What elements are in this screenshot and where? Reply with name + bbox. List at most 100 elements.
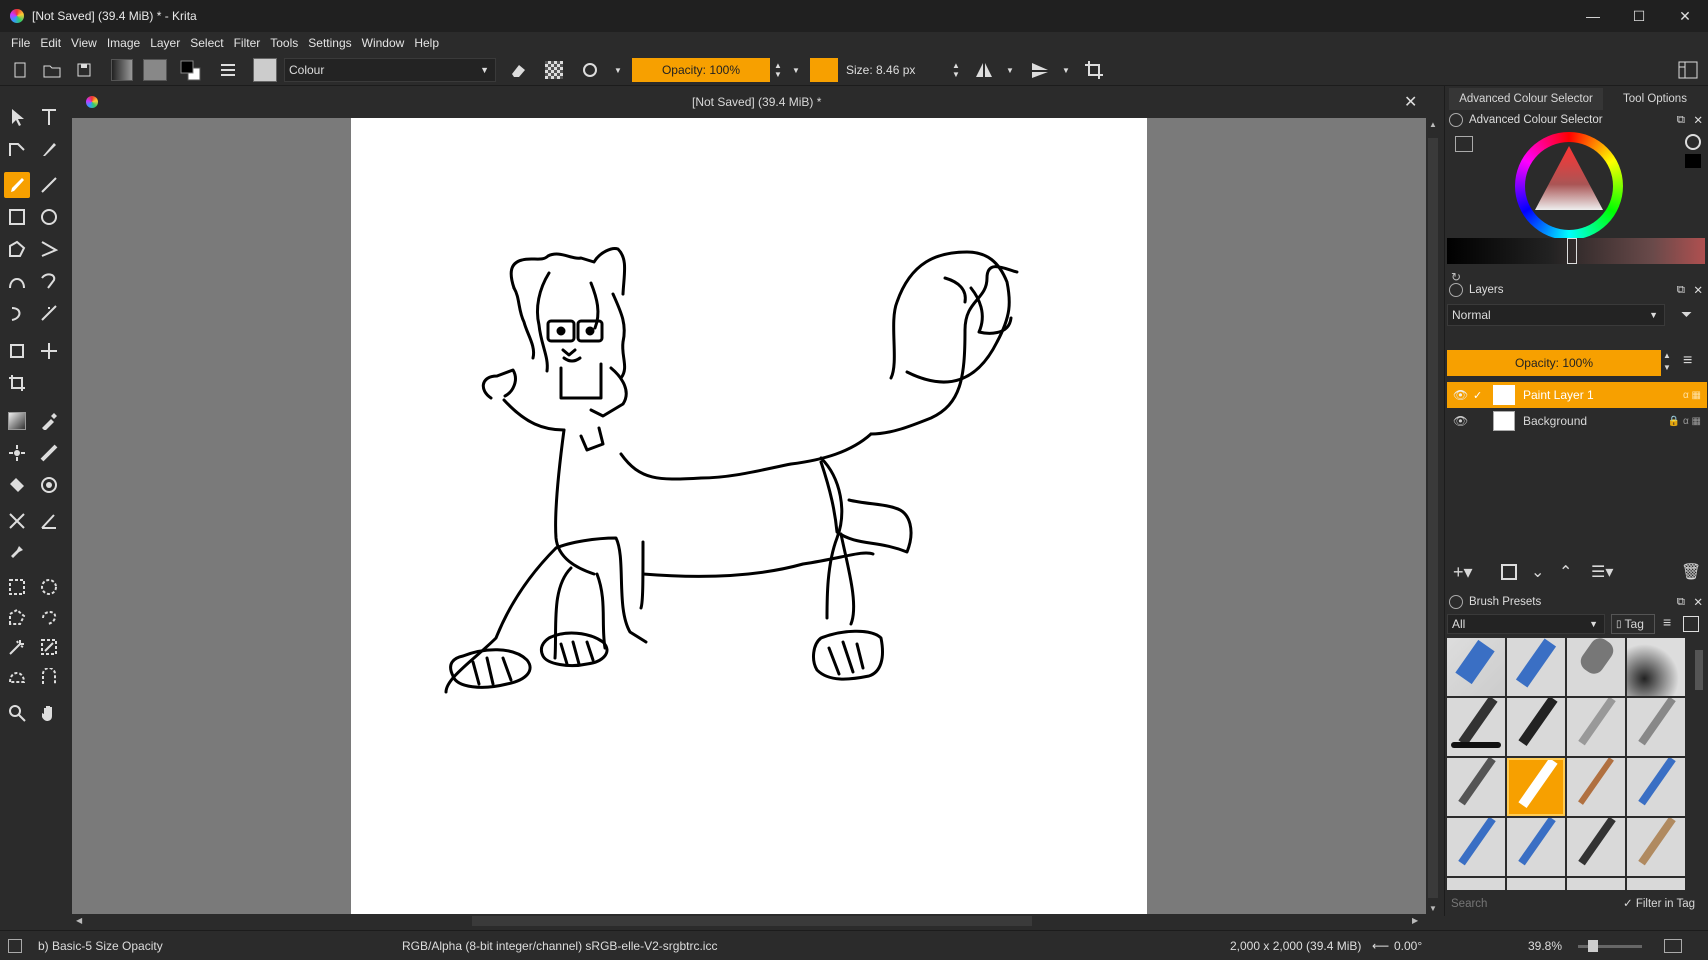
gradient-selector-icon[interactable] — [110, 58, 134, 82]
brush-preset-item[interactable] — [1447, 878, 1505, 890]
layer-checkbox[interactable]: ✓ — [1473, 389, 1487, 402]
text-tool-icon[interactable] — [36, 104, 62, 130]
select-shapes-icon[interactable] — [4, 104, 30, 130]
new-document-icon[interactable] — [8, 58, 32, 82]
colour-selector-settings-icon[interactable] — [1455, 136, 1473, 152]
chevron-down-icon[interactable]: ▼ — [1060, 58, 1072, 82]
magnetic-select-icon[interactable] — [36, 664, 62, 690]
menu-file[interactable]: File — [11, 36, 30, 50]
chevron-down-icon[interactable]: ▼ — [612, 58, 624, 82]
hue-ring[interactable] — [1515, 132, 1623, 240]
reference-images-icon[interactable] — [4, 538, 30, 564]
reload-preset-icon[interactable] — [578, 58, 602, 82]
close-document-icon[interactable]: ✕ — [1404, 92, 1417, 112]
magic-wand-icon[interactable] — [4, 634, 30, 660]
enclose-fill-icon[interactable] — [36, 472, 62, 498]
dynamic-brush-icon[interactable] — [4, 300, 30, 326]
menu-tools[interactable]: Tools — [270, 36, 298, 50]
lock-icon[interactable] — [1449, 113, 1463, 127]
brush-preset-item[interactable] — [1447, 818, 1505, 876]
tab-tool-options[interactable]: Tool Options — [1605, 88, 1705, 110]
brush-preset-item[interactable] — [1627, 698, 1685, 756]
status-rotation[interactable]: 0.00° — [1394, 939, 1422, 953]
duplicate-layer-icon[interactable] — [1501, 564, 1517, 580]
delete-layer-icon[interactable]: 🗑 — [1681, 562, 1701, 582]
layer-opacity-slider[interactable]: Opacity: 100% — [1447, 350, 1661, 376]
close-docker-icon[interactable]: ✕ — [1693, 595, 1703, 609]
transform-tool-icon[interactable] — [4, 338, 30, 364]
smart-patch-icon[interactable] — [36, 440, 62, 466]
line-tool-icon[interactable] — [36, 172, 62, 198]
ellipse-tool-icon[interactable] — [36, 204, 62, 230]
rect-select-icon[interactable] — [4, 574, 30, 600]
brush-tag-filter-dropdown[interactable]: All ▼ — [1447, 614, 1605, 634]
add-layer-icon[interactable]: +▾ — [1453, 562, 1473, 583]
layer-lock-icon[interactable]: 🔒 α ▦ — [1668, 416, 1701, 427]
float-docker-icon[interactable]: ⧉ — [1677, 114, 1685, 127]
maximize-button[interactable]: ☐ — [1616, 0, 1662, 32]
brush-preset-item[interactable] — [1567, 818, 1625, 876]
preserve-alpha-icon[interactable] — [542, 58, 566, 82]
brush-preset-icon[interactable] — [252, 58, 278, 82]
filter-icon[interactable]: ⏷ — [1681, 306, 1692, 323]
float-docker-icon[interactable]: ⧉ — [1677, 284, 1685, 297]
menu-select[interactable]: Select — [190, 36, 223, 50]
polyline-tool-icon[interactable] — [36, 236, 62, 262]
ellipse-select-icon[interactable] — [36, 574, 62, 600]
mirror-vertical-icon[interactable] — [1028, 58, 1052, 82]
bezier-curve-icon[interactable] — [4, 268, 30, 294]
crop-tool-icon[interactable] — [4, 370, 30, 396]
blend-mode-dropdown[interactable]: Colour ▼ — [284, 58, 496, 82]
alpha-lock-icon[interactable]: α ▦ — [1683, 390, 1701, 401]
clear-history-icon[interactable] — [1685, 134, 1701, 150]
wrap-around-icon[interactable] — [1082, 58, 1106, 82]
document-tab-title[interactable]: [Not Saved] (39.4 MiB) * — [692, 95, 821, 109]
menu-edit[interactable]: Edit — [40, 36, 61, 50]
brush-preset-item[interactable] — [1447, 698, 1505, 756]
menu-window[interactable]: Window — [362, 36, 405, 50]
layer-menu-icon[interactable]: ≡ — [1683, 352, 1692, 370]
menu-view[interactable]: View — [71, 36, 97, 50]
move-layer-up-icon[interactable]: ⌃ — [1559, 562, 1572, 582]
mirror-horizontal-icon[interactable] — [972, 58, 996, 82]
move-tool-icon[interactable] — [36, 338, 62, 364]
brush-grid-scrollbar[interactable] — [1693, 636, 1705, 890]
fullscreen-icon[interactable] — [1664, 939, 1682, 953]
workspace-chooser-icon[interactable] — [1676, 58, 1700, 82]
layer-properties-icon[interactable]: ☰▾ — [1591, 562, 1613, 582]
calligraphy-icon[interactable] — [36, 136, 62, 162]
menu-help[interactable]: Help — [414, 36, 439, 50]
view-mode-icon[interactable]: ≡ — [1663, 614, 1671, 630]
brush-preset-item[interactable] — [1507, 638, 1565, 696]
lock-icon[interactable] — [1449, 595, 1463, 609]
menu-image[interactable]: Image — [107, 36, 140, 50]
assistant-tool-icon[interactable] — [4, 508, 30, 534]
polygon-select-icon[interactable] — [4, 604, 30, 630]
gradient-tool-icon[interactable] — [4, 408, 30, 434]
brush-preset-item[interactable] — [1507, 698, 1565, 756]
close-docker-icon[interactable]: ✕ — [1693, 113, 1703, 127]
layer-row[interactable]: 👁 ✓ Paint Layer 1 α ▦ — [1447, 382, 1707, 408]
flow-indicator[interactable] — [810, 58, 838, 82]
display-settings-icon[interactable] — [1683, 616, 1699, 632]
menu-filter[interactable]: Filter — [234, 36, 261, 50]
horizontal-scrollbar[interactable]: ◀ ▶ — [72, 914, 1426, 928]
bezier-select-icon[interactable] — [4, 664, 30, 690]
brush-preset-item[interactable] — [1627, 638, 1685, 696]
pan-tool-icon[interactable] — [36, 700, 62, 726]
fill-tool-icon[interactable] — [4, 472, 30, 498]
edit-shapes-icon[interactable] — [4, 136, 30, 162]
brush-preset-item[interactable] — [1627, 878, 1685, 890]
drawing-canvas[interactable] — [351, 118, 1147, 914]
brush-preset-item[interactable] — [1567, 638, 1625, 696]
freehand-select-icon[interactable] — [36, 604, 62, 630]
colorize-mask-icon[interactable] — [4, 440, 30, 466]
brush-preset-item-active[interactable] — [1507, 758, 1565, 816]
brush-preset-item[interactable] — [1507, 878, 1565, 890]
chevron-down-icon[interactable]: ▼ — [790, 58, 802, 82]
menu-settings[interactable]: Settings — [308, 36, 351, 50]
brush-settings-icon[interactable] — [216, 58, 240, 82]
lock-icon[interactable] — [1449, 283, 1463, 297]
opacity-slider[interactable]: Opacity: 100% — [632, 58, 770, 82]
measure-tool-icon[interactable] — [36, 508, 62, 534]
